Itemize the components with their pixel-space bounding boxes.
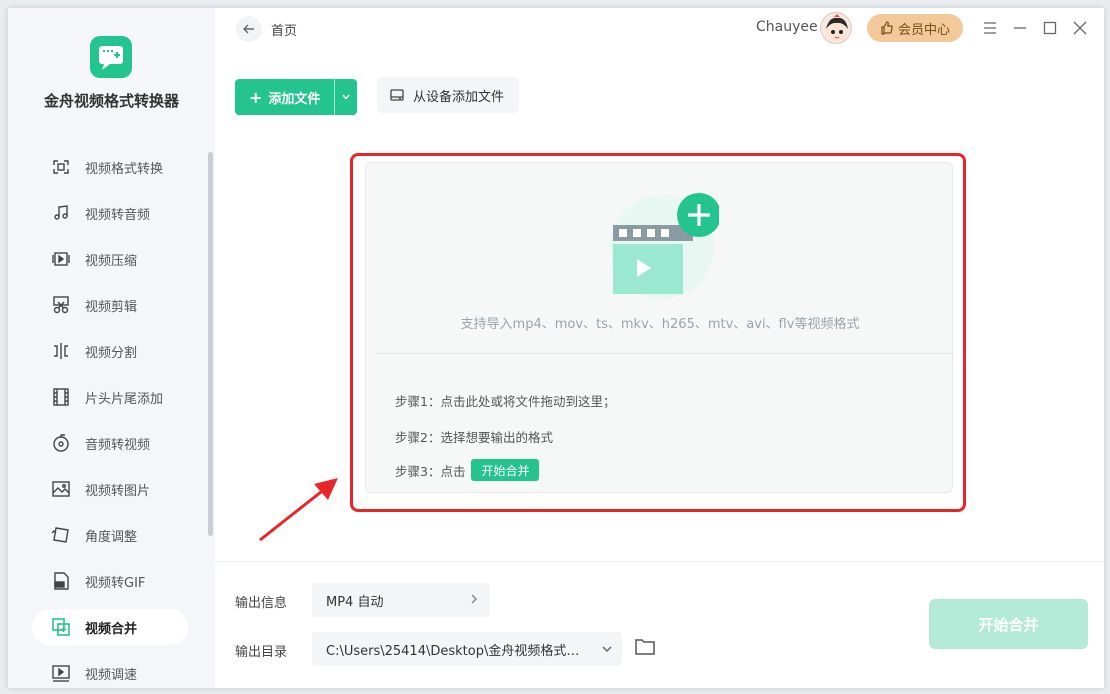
close-icon bbox=[1073, 21, 1087, 35]
split-icon bbox=[50, 340, 72, 362]
menu-button[interactable] bbox=[980, 18, 1000, 38]
step-3: 步骤3：点击 开始合并 bbox=[395, 459, 540, 481]
sidebar-item-label: 视频转音频 bbox=[85, 207, 151, 223]
app-window: 金舟视频格式转换器 视频格式转换 视频转音频 视频压缩 视频剪辑 视频分割 片头… bbox=[8, 8, 1104, 688]
sidebar-item-label: 视频合并 bbox=[85, 621, 138, 637]
sidebar-nav: 视频格式转换 视频转音频 视频压缩 视频剪辑 视频分割 片头片尾添加 音频转视频… bbox=[32, 149, 188, 688]
add-from-device-button[interactable]: 从设备添加文件 bbox=[377, 77, 519, 113]
sidebar-item-label: 视频剪辑 bbox=[85, 299, 138, 315]
step-3-start-merge-button[interactable]: 开始合并 bbox=[471, 459, 540, 481]
disc-icon bbox=[50, 432, 72, 454]
sidebar-item-label: 片头片尾添加 bbox=[85, 391, 164, 407]
drive-icon bbox=[390, 89, 404, 101]
supported-formats-text: 支持导入mp4、mov、ts、mkv、h265、mtv、avi、flv等视频格式 bbox=[460, 317, 860, 332]
step-1: 步骤1：点击此处或将文件拖动到这里； bbox=[395, 391, 615, 410]
start-merge-button[interactable]: 开始合并 bbox=[929, 599, 1088, 649]
folder-icon[interactable] bbox=[634, 637, 656, 657]
vip-center-button[interactable]: 会员中心 bbox=[867, 14, 963, 42]
sidebar-item-label: 视频压缩 bbox=[85, 253, 138, 269]
sidebar-item-label: 视频分割 bbox=[85, 345, 138, 361]
add-video-icon bbox=[610, 193, 719, 299]
minimize-button[interactable] bbox=[1010, 18, 1030, 38]
compress-icon bbox=[50, 248, 72, 270]
sidebar-item-video-to-image[interactable]: 视频转图片 bbox=[32, 471, 188, 507]
avatar[interactable] bbox=[820, 12, 852, 44]
add-from-device-label: 从设备添加文件 bbox=[413, 89, 505, 105]
sidebar-item-rotate[interactable]: 角度调整 bbox=[32, 517, 188, 553]
bottom-divider bbox=[215, 561, 1104, 562]
app-logo bbox=[90, 36, 132, 78]
maximize-icon bbox=[1043, 21, 1057, 35]
output-dir-label: 输出目录 bbox=[235, 645, 288, 660]
add-file-label: 添加文件 bbox=[268, 91, 321, 107]
thumbs-up-icon bbox=[881, 21, 893, 35]
sidebar-item-compress[interactable]: 视频压缩 bbox=[32, 241, 188, 277]
username[interactable]: Chauyee bbox=[756, 19, 818, 35]
output-dir-value: C:\Users\25414\Desktop\金舟视频格式转换器 bbox=[326, 643, 588, 659]
sidebar: 金舟视频格式转换器 视频格式转换 视频转音频 视频压缩 视频剪辑 视频分割 片头… bbox=[8, 8, 215, 688]
sidebar-item-merge[interactable]: 视频合并 bbox=[32, 609, 188, 645]
speed-icon bbox=[50, 662, 72, 684]
scissors-icon bbox=[50, 294, 72, 316]
output-info-label: 输出信息 bbox=[235, 596, 288, 611]
chevron-down-icon bbox=[342, 94, 350, 100]
sidebar-item-split[interactable]: 视频分割 bbox=[32, 333, 188, 369]
file-dropzone[interactable]: 支持导入mp4、mov、ts、mkv、h265、mtv、avi、flv等视频格式… bbox=[365, 162, 954, 493]
rotate-icon bbox=[50, 524, 72, 546]
sidebar-item-intro-outro[interactable]: 片头片尾添加 bbox=[32, 379, 188, 415]
minimize-icon bbox=[1014, 27, 1026, 29]
sidebar-item-label: 角度调整 bbox=[85, 529, 138, 545]
arrow-left-icon bbox=[243, 24, 254, 34]
step-3-text: 步骤3：点击 bbox=[395, 463, 466, 479]
step-2: 步骤2：选择想要输出的格式 bbox=[395, 427, 553, 446]
image-icon bbox=[50, 478, 72, 500]
sidebar-scrollbar[interactable] bbox=[208, 152, 213, 536]
sidebar-item-label: 音频转视频 bbox=[85, 437, 151, 453]
sidebar-item-label: 视频调速 bbox=[85, 667, 138, 683]
red-arrow-annotation bbox=[259, 478, 338, 542]
sidebar-item-edit[interactable]: 视频剪辑 bbox=[32, 287, 188, 323]
app-name: 金舟视频格式转换器 bbox=[43, 92, 179, 110]
sidebar-item-format-convert[interactable]: 视频格式转换 bbox=[32, 149, 188, 185]
output-format-select[interactable]: MP4 自动 bbox=[312, 583, 490, 617]
add-file-button[interactable]: + 添加文件 bbox=[235, 79, 357, 115]
merge-icon bbox=[50, 616, 72, 638]
sidebar-item-label: 视频转GIF bbox=[85, 575, 146, 591]
film-strip-icon bbox=[50, 386, 72, 408]
vip-label: 会员中心 bbox=[897, 22, 950, 38]
output-dir-select[interactable]: C:\Users\25414\Desktop\金舟视频格式转换器 bbox=[312, 632, 622, 666]
plus-icon: + bbox=[249, 87, 263, 107]
gif-file-icon bbox=[50, 570, 72, 592]
sidebar-item-video-to-gif[interactable]: 视频转GIF bbox=[32, 563, 188, 599]
dropzone-divider bbox=[376, 353, 954, 354]
chevron-right-icon bbox=[471, 594, 478, 604]
music-note-icon bbox=[50, 202, 72, 224]
sidebar-item-video-to-audio[interactable]: 视频转音频 bbox=[32, 195, 188, 231]
output-format-value: MP4 自动 bbox=[326, 594, 384, 610]
maximize-button[interactable] bbox=[1040, 18, 1060, 38]
format-convert-icon bbox=[50, 156, 72, 178]
sidebar-item-audio-to-video[interactable]: 音频转视频 bbox=[32, 425, 188, 461]
sidebar-item-label: 视频格式转换 bbox=[85, 161, 164, 177]
chevron-down-icon bbox=[602, 646, 612, 653]
sidebar-item-label: 视频转图片 bbox=[85, 483, 151, 499]
back-button[interactable] bbox=[236, 16, 262, 42]
add-file-dropdown[interactable] bbox=[334, 79, 357, 115]
hamburger-icon bbox=[984, 22, 996, 34]
close-button[interactable] bbox=[1070, 18, 1090, 38]
step-1-text: 步骤1：点击此处或将文件拖动到这里； bbox=[395, 394, 616, 409]
step-2-text: 步骤2：选择想要输出的格式 bbox=[395, 430, 553, 445]
sidebar-item-speed[interactable]: 视频调速 bbox=[32, 655, 188, 688]
breadcrumb[interactable]: 首页 bbox=[271, 20, 297, 39]
